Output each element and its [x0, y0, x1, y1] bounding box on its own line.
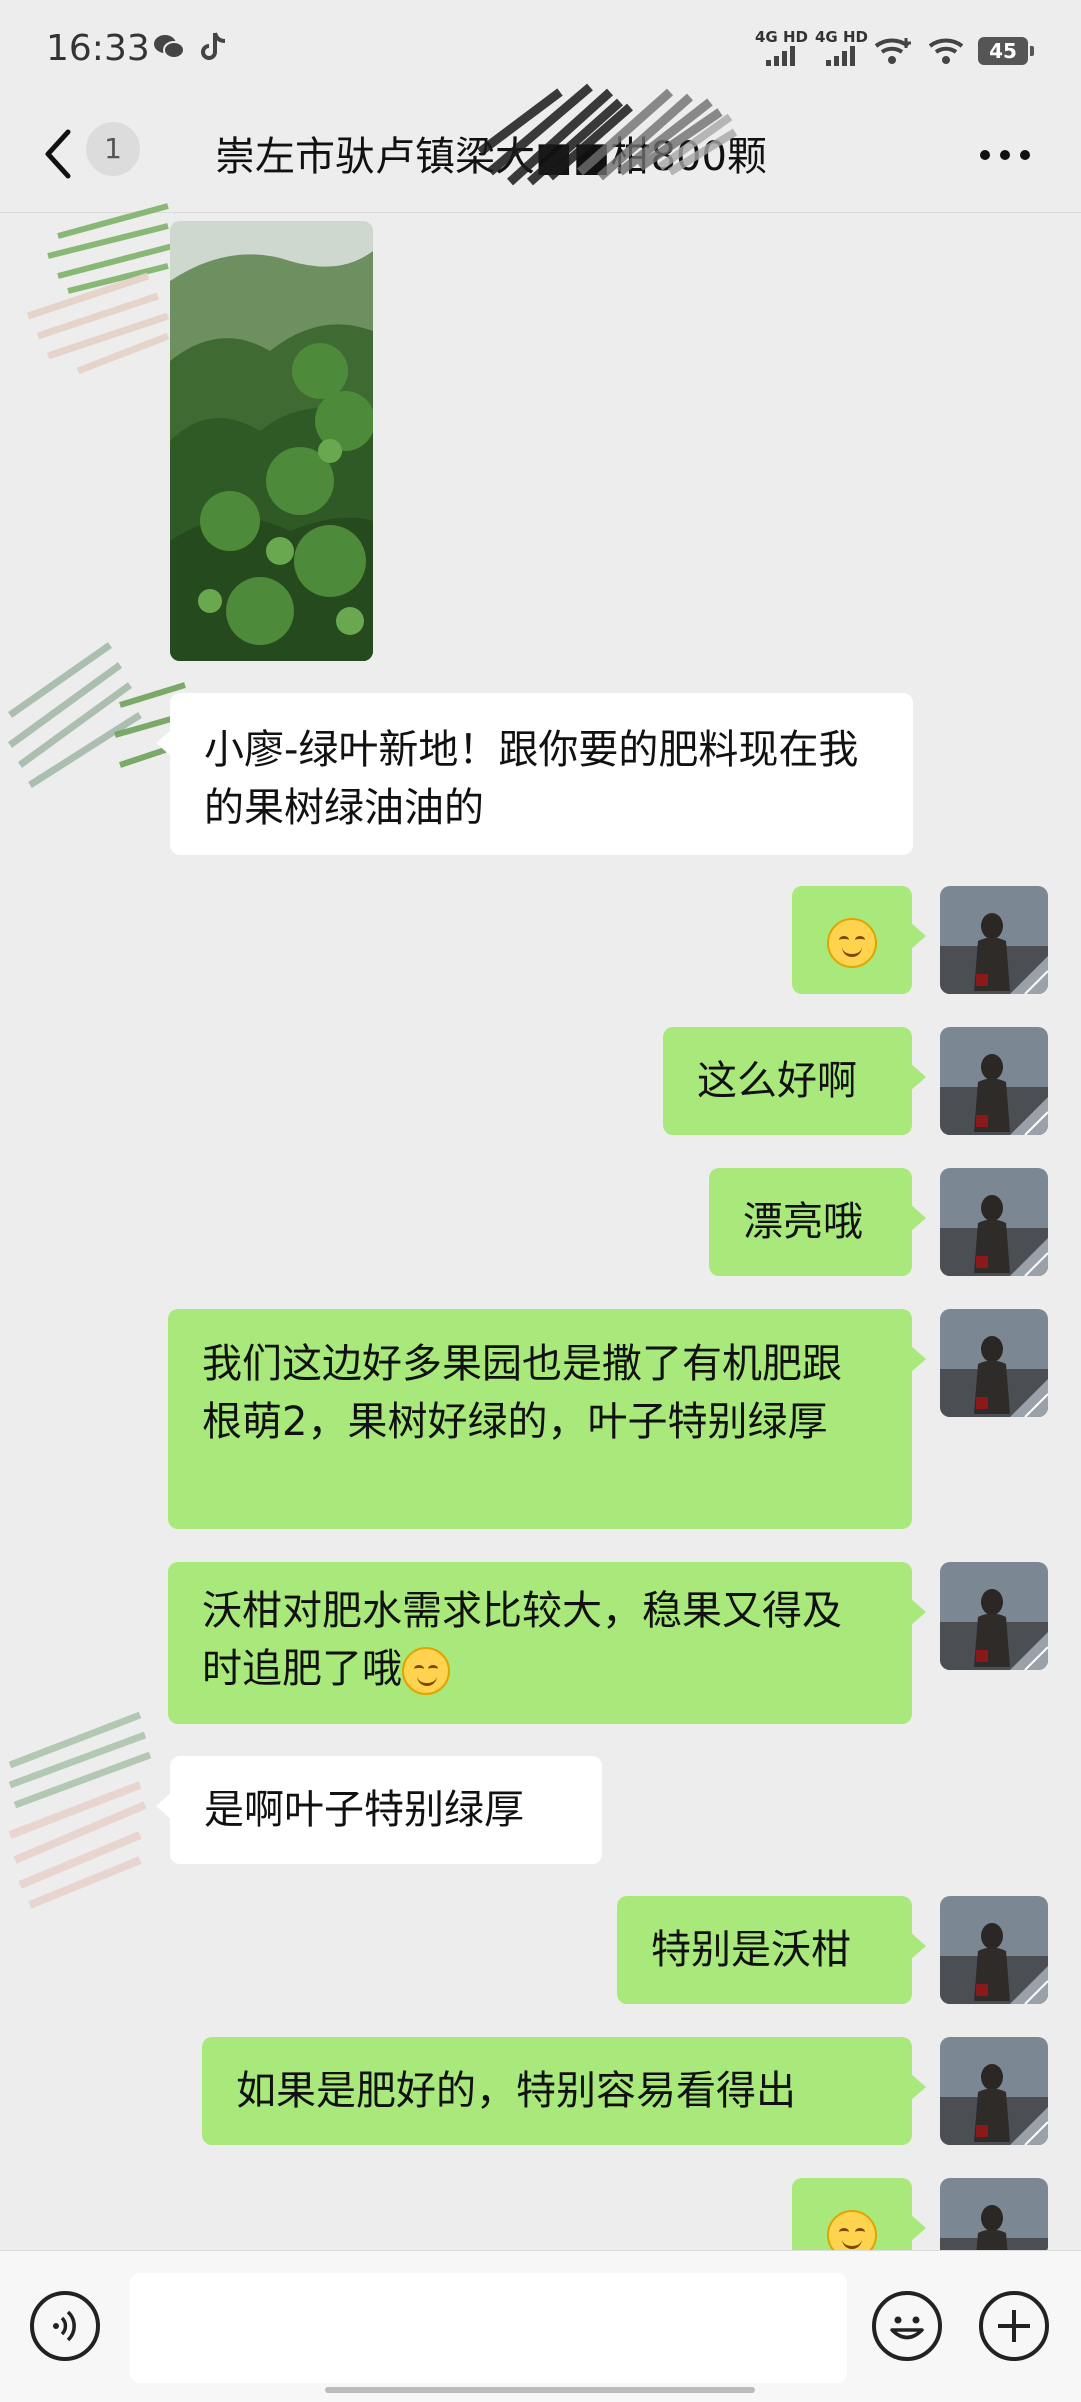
- wifi-plus-icon: [874, 38, 911, 64]
- unread-count-badge[interactable]: 1: [86, 122, 140, 176]
- voice-icon: [53, 2310, 76, 2342]
- message-bubble-outgoing[interactable]: [792, 886, 926, 994]
- orchard-image: [170, 221, 373, 661]
- my-avatar[interactable]: [940, 2037, 1048, 2145]
- user-photo-icon: [940, 1896, 1048, 2004]
- wechat-icon: [154, 35, 185, 59]
- my-avatar[interactable]: [940, 1562, 1048, 1670]
- signal-icon-1: [766, 46, 795, 66]
- redaction-scribble: [477, 83, 738, 186]
- network-label-1: 4G HD: [755, 28, 808, 46]
- contact-avatar-scribble: [26, 203, 174, 375]
- message-input[interactable]: [130, 2273, 847, 2383]
- status-time: 16:33: [46, 28, 150, 69]
- my-avatar[interactable]: [940, 1896, 1048, 2004]
- my-avatar[interactable]: [940, 886, 1048, 994]
- message-text: 如果是肥好的，特别容易看得出: [236, 2068, 796, 2114]
- user-photo-icon: [940, 886, 1048, 994]
- back-arrow-icon[interactable]: [40, 124, 80, 184]
- user-photo-icon: [940, 1309, 1048, 1417]
- add-button[interactable]: [979, 2291, 1049, 2361]
- emoji-button[interactable]: [872, 2291, 942, 2361]
- message-bubble-outgoing[interactable]: 这么好啊: [663, 1027, 926, 1135]
- user-photo-icon: [940, 2037, 1048, 2145]
- user-photo-icon: [940, 1027, 1048, 1135]
- message-text: 是啊叶子特别绿厚: [204, 1787, 524, 1833]
- my-avatar[interactable]: [940, 1309, 1048, 1417]
- message-text: 这么好啊: [697, 1058, 857, 1104]
- tiktok-icon: [201, 32, 226, 60]
- user-photo-icon: [940, 1562, 1048, 1670]
- message-text: 小廖-绿叶新地！跟你要的肥料现在我的果树绿油油的: [204, 727, 859, 831]
- wifi-icon: [928, 38, 964, 64]
- message-text: 漂亮哦: [743, 1199, 863, 1245]
- message-text: 特别是沃柑: [651, 1927, 851, 1973]
- message-bubble-outgoing[interactable]: 漂亮哦: [709, 1168, 926, 1276]
- thinking-emoji-icon: [402, 1647, 450, 1695]
- emoji-icon: [890, 2316, 924, 2340]
- network-label-2: 4G HD: [815, 28, 868, 46]
- home-indicator[interactable]: [325, 2387, 755, 2393]
- contact-avatar-scribble: [8, 1711, 152, 1909]
- more-options-icon[interactable]: [975, 140, 1035, 170]
- battery-icon: 45: [978, 37, 1034, 65]
- input-bar: [0, 2250, 1081, 2402]
- contact-avatar-scribble: [7, 642, 186, 788]
- message-bubble-incoming[interactable]: 是啊叶子特别绿厚: [156, 1756, 602, 1864]
- voice-button[interactable]: [30, 2291, 100, 2361]
- message-text: 我们这边好多果园也是撒了有机肥跟根萌2，果树好绿的，叶子特别绿厚: [202, 1341, 842, 1445]
- smile-emoji-icon: [827, 918, 877, 968]
- message-text: 沃柑对肥水需求比较大，稳果又得及时追肥了哦: [202, 1588, 842, 1692]
- my-avatar[interactable]: [940, 1168, 1048, 1276]
- message-bubble-outgoing[interactable]: 特别是沃柑: [617, 1896, 926, 2004]
- my-avatar[interactable]: [940, 1027, 1048, 1135]
- message-bubble-outgoing[interactable]: 如果是肥好的，特别容易看得出: [202, 2037, 926, 2145]
- signal-icon-2: [826, 46, 855, 66]
- message-bubble-outgoing[interactable]: 我们这边好多果园也是撒了有机肥跟根萌2，果树好绿的，叶子特别绿厚: [168, 1309, 926, 1529]
- plus-icon: [998, 2310, 1030, 2342]
- message-bubble-outgoing[interactable]: 沃柑对肥水需求比较大，稳果又得及时追肥了哦: [168, 1562, 926, 1724]
- user-photo-icon: [940, 1168, 1048, 1276]
- message-bubble-incoming[interactable]: 小廖-绿叶新地！跟你要的肥料现在我的果树绿油油的: [156, 693, 913, 855]
- orchard-photo[interactable]: [170, 221, 373, 661]
